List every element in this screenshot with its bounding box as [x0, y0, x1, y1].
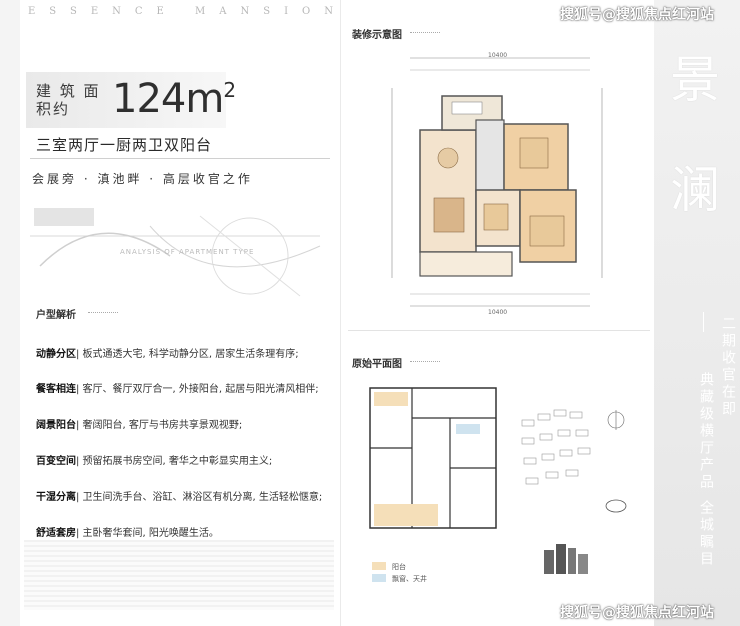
watermark-bottom: 搜狐号@搜狐焦点红河站	[560, 605, 714, 621]
big-character: 景	[670, 51, 720, 109]
feature-item: 餐客相连| 客厅、餐厅双厅合一, 外接阳台, 起居与阳光清风相伴;	[36, 384, 319, 395]
divider	[30, 158, 330, 159]
divider	[410, 32, 440, 33]
brand-text: ESSENCE MANSION	[28, 6, 347, 17]
site-map	[521, 409, 627, 513]
area-value: 124m2	[112, 76, 236, 122]
layout-title: 三室两厅一厨两卫双阳台	[36, 136, 213, 154]
watermark-top: 搜狐号@搜狐焦点红河站	[560, 7, 714, 23]
decorative-lines	[24, 540, 334, 610]
sketch-caption: ANALYSIS OF APARTMENT TYPE	[120, 248, 255, 256]
feature-item: 阔景阳台| 奢阔阳台, 客厅与书房共享景观视野;	[36, 420, 243, 431]
divider	[88, 312, 118, 313]
decorated-floor-plan	[391, 57, 603, 307]
original-floor-plan	[369, 387, 497, 529]
page: ESSENCE MANSION 建 筑 面积约 124m2 三室两厅一厨两卫双阳…	[0, 0, 740, 626]
left-margin	[0, 0, 20, 626]
legend-label: 飘窗、天井	[392, 575, 427, 583]
legend-label: 阳台	[392, 563, 406, 571]
divider	[348, 330, 650, 331]
dimension-label: 10400	[488, 309, 508, 316]
area-label: 建 筑 面积约	[36, 82, 101, 118]
analysis-heading: 户型解析	[36, 310, 76, 321]
building-elevation-icon	[544, 544, 588, 574]
legend-swatch	[372, 562, 386, 570]
feature-item: 动静分区| 板式通透大宅, 科学动静分区, 居家生活条理有序;	[36, 349, 299, 360]
slogan: 会展旁 · 滇池畔 · 高层收官之作	[32, 172, 253, 186]
big-character: 澜	[670, 161, 720, 219]
vertical-tagline: 全城瞩目	[698, 500, 714, 568]
plan-bottom-heading: 原始平面图	[352, 359, 402, 370]
feature-item: 干湿分离| 卫生间洗手台、浴缸、淋浴区有机分离, 生活轻松惬意;	[36, 492, 323, 503]
divider	[410, 361, 440, 362]
vertical-tagline: 典藏级横厅产品	[698, 372, 714, 491]
feature-item: 百变空间| 预留拓展书房空间, 奢华之中彰显实用主义;	[36, 456, 273, 467]
divider	[703, 312, 704, 332]
vertical-tagline: 二期收官在即	[720, 316, 736, 418]
legend-swatch	[372, 574, 386, 582]
dimension-label: 10400	[488, 52, 508, 59]
plan-top-heading: 装修示意图	[352, 30, 402, 41]
feature-item: 舒适套房| 主卧奢华套间, 阳光唤醒生活。	[36, 528, 219, 539]
